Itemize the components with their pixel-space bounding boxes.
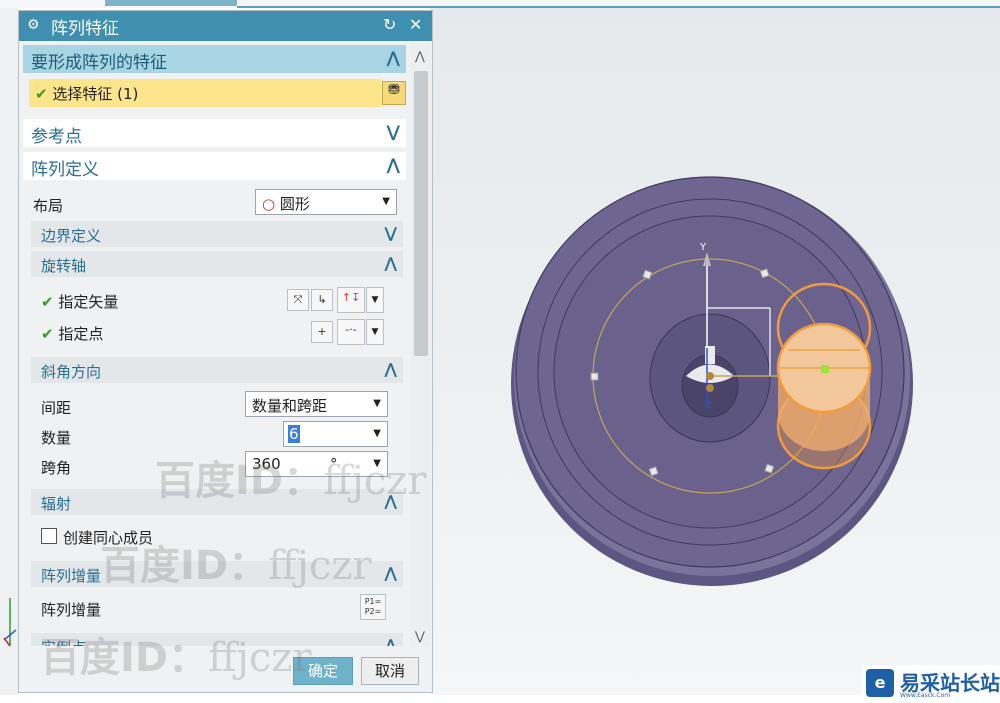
specify-vector-label: 指定矢量 — [58, 293, 119, 311]
dropdown-arrow-icon[interactable]: ▼ — [373, 458, 381, 469]
site-logo: e 易采站长站 Www.Easck.Com — [862, 665, 1000, 703]
vector-dropdown-icon[interactable]: ▼ — [366, 287, 384, 313]
dialog-scrollbar[interactable]: ⋀ ⋁ — [411, 43, 431, 646]
subsection-radiation[interactable]: 辐射 ⋀ — [31, 489, 403, 515]
concentric-members-checkbox[interactable] — [41, 528, 57, 544]
section-reference-point-header[interactable]: 参考点 ⋁ — [23, 119, 406, 147]
dropdown-arrow-icon[interactable]: ▼ — [382, 196, 390, 207]
active-tab-indicator[interactable] — [105, 0, 237, 6]
subsection-title: 阵列增量 — [41, 567, 102, 585]
subsection-title: 旋转轴 — [41, 257, 87, 275]
spacing-value: 数量和跨距 — [252, 397, 328, 415]
chevron-up-icon[interactable]: ⋀ — [384, 492, 397, 510]
scroll-thumb[interactable] — [414, 71, 428, 356]
point-type-icon[interactable]: -·- — [337, 319, 365, 345]
subsection-pattern-increment[interactable]: 阵列增量 ⋀ — [31, 561, 403, 587]
spacing-label: 间距 — [41, 399, 72, 417]
chevron-up-icon[interactable]: ⋀ — [384, 564, 397, 582]
chevron-up-icon[interactable]: ⋀ — [387, 48, 400, 67]
check-icon: ✔ — [41, 325, 54, 343]
subsection-title: 边界定义 — [41, 227, 102, 245]
dialog-titlebar[interactable]: ⚙ 阵列特征 ↻ ✕ — [19, 11, 432, 41]
concentric-members-label: 创建同心成员 — [63, 529, 154, 547]
section-title: 要形成阵列的特征 — [31, 53, 167, 73]
logo-subtext: Www.Easck.Com — [900, 692, 951, 699]
subsection-angle-direction[interactable]: 斜角方向 ⋀ — [31, 357, 403, 383]
point-dialog-icon[interactable]: + — [311, 321, 333, 343]
dropdown-arrow-icon[interactable]: ▼ — [373, 428, 381, 439]
chevron-up-icon[interactable]: ⋀ — [387, 155, 400, 174]
graphics-viewport[interactable]: Y Z — [430, 8, 1000, 695]
cancel-button[interactable]: 取消 — [361, 657, 419, 685]
gear-icon: ⚙ — [27, 17, 40, 33]
layout-label: 布局 — [33, 197, 64, 215]
pattern-increment-icon[interactable]: P1= P2= — [360, 594, 386, 620]
vector-dialog-icon[interactable]: ↳ — [311, 289, 333, 311]
circle-icon: ○ — [262, 195, 276, 213]
count-input[interactable]: 6 ▼ — [283, 421, 388, 447]
layout-select[interactable]: ○ 圆形 ▼ — [255, 189, 397, 215]
spacing-select[interactable]: 数量和跨距 ▼ — [245, 391, 388, 417]
select-feature-icon[interactable]: ⛃ — [382, 81, 406, 105]
specify-point-label: 指定点 — [58, 325, 104, 343]
reset-icon[interactable]: ↻ — [383, 15, 396, 34]
section-title: 阵列定义 — [31, 160, 99, 180]
section-pattern-definition-header[interactable]: 阵列定义 ⋀ — [23, 152, 406, 180]
subsection-title: 实例点 — [41, 637, 86, 646]
ok-button[interactable]: 确定 — [293, 657, 353, 685]
section-title: 参考点 — [31, 127, 82, 147]
layout-value: 圆形 — [279, 195, 310, 213]
dropdown-arrow-icon[interactable]: ▼ — [373, 398, 381, 409]
subsection-rotation-axis[interactable]: 旋转轴 ⋀ — [31, 251, 403, 277]
chevron-down-icon[interactable]: ⋁ — [384, 224, 397, 242]
pattern-feature-dialog: ⚙ 阵列特征 ↻ ✕ 要形成阵列的特征 ⋀ ✔ 选择特征 (1) ⛃ 参考点 ⋁… — [18, 10, 433, 693]
part-model: Y Z — [511, 176, 913, 586]
scroll-down-icon[interactable]: ⋁ — [415, 629, 425, 643]
subsection-instance-point[interactable]: 实例点 ⋀ — [31, 633, 403, 646]
subsection-title: 辐射 — [41, 495, 72, 513]
close-icon[interactable]: ✕ — [409, 15, 422, 34]
pattern-increment-label: 阵列增量 — [41, 601, 102, 619]
span-angle-label: 跨角 — [41, 459, 72, 477]
view-triad-icon — [3, 598, 17, 647]
axis-y-label: Y — [699, 242, 707, 253]
top-tab-strip — [0, 0, 1000, 8]
point-dropdown-icon[interactable]: ▼ — [366, 319, 384, 345]
count-label: 数量 — [41, 429, 72, 447]
check-icon: ✔ — [35, 85, 48, 103]
chevron-down-icon[interactable]: ⋁ — [387, 122, 400, 141]
vector-flip-icon[interactable]: ⤧ — [287, 289, 309, 311]
logo-icon: e — [866, 669, 894, 697]
subsection-title: 斜角方向 — [41, 363, 102, 381]
scroll-up-icon[interactable]: ⋀ — [415, 49, 425, 63]
subsection-boundary-definition[interactable]: 边界定义 ⋁ — [31, 221, 403, 247]
span-angle-input[interactable]: 360 ° ▼ — [245, 451, 388, 477]
span-angle-value: 360 — [252, 455, 281, 473]
dialog-scroll-area[interactable]: 要形成阵列的特征 ⋀ ✔ 选择特征 (1) ⛃ 参考点 ⋁ 阵列定义 ⋀ 布局 … — [19, 41, 410, 646]
dialog-title: 阵列特征 — [51, 19, 119, 39]
count-value: 6 — [288, 425, 300, 443]
span-angle-unit: ° — [330, 455, 338, 473]
chevron-up-icon[interactable]: ⋀ — [384, 636, 397, 646]
select-feature-row[interactable]: ✔ 选择特征 (1) — [29, 79, 381, 107]
vector-type-icon[interactable]: ↑↧ — [337, 287, 365, 313]
axis-z-label: Z — [706, 400, 713, 411]
chevron-up-icon[interactable]: ⋀ — [384, 254, 397, 272]
chevron-up-icon[interactable]: ⋀ — [384, 360, 397, 378]
check-icon: ✔ — [41, 293, 54, 311]
section-features-to-pattern-header[interactable]: 要形成阵列的特征 ⋀ — [23, 45, 406, 73]
select-feature-label: 选择特征 (1) — [52, 85, 139, 103]
